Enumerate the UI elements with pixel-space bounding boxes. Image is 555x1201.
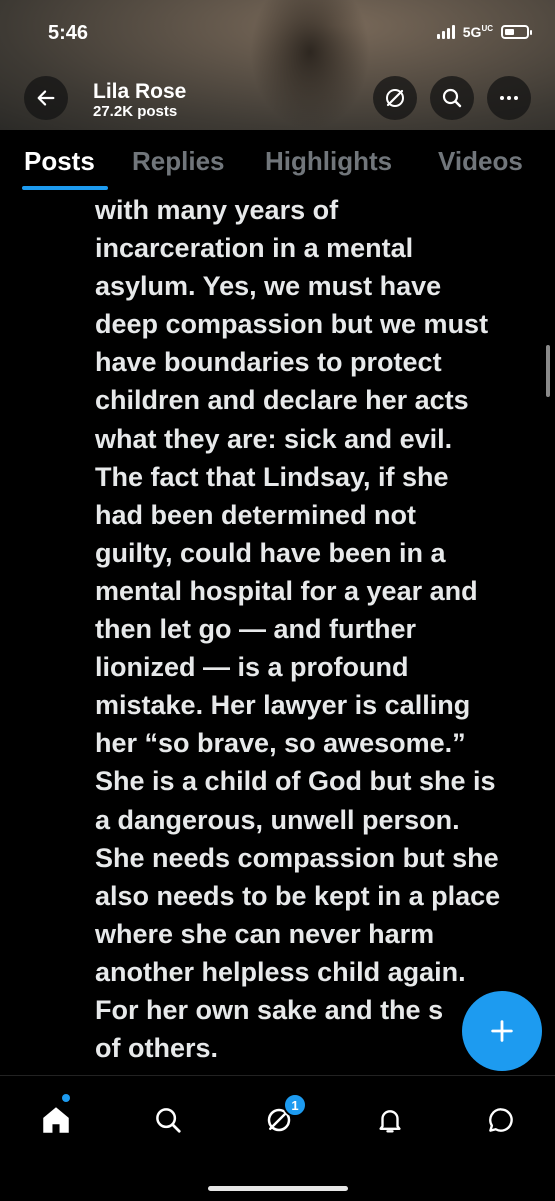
post-text: with many years of incarceration in a me… xyxy=(95,195,501,1064)
home-indicator xyxy=(208,1186,348,1191)
plus-icon xyxy=(491,1020,513,1042)
back-button[interactable] xyxy=(24,76,68,120)
search-button[interactable] xyxy=(430,76,474,120)
status-time: 5:46 xyxy=(48,22,89,44)
tab-replies[interactable]: Replies xyxy=(132,146,225,177)
battery-icon xyxy=(501,25,532,39)
compose-post-button[interactable] xyxy=(462,991,542,1071)
profile-tabs: Posts Replies Highlights Videos xyxy=(0,130,555,192)
nav-home[interactable] xyxy=(36,1100,76,1140)
tab-posts[interactable]: Posts xyxy=(24,146,95,177)
more-button[interactable] xyxy=(487,76,531,120)
tab-highlights[interactable]: Highlights xyxy=(265,146,392,177)
nav-search[interactable] xyxy=(148,1100,188,1140)
grok-button[interactable] xyxy=(373,76,417,120)
posts-count: 27.2K posts xyxy=(93,103,178,120)
home-icon xyxy=(43,1107,69,1133)
notifications-icon xyxy=(379,1110,401,1133)
status-icons: 5GUC xyxy=(436,24,532,40)
grok-badge: 1 xyxy=(283,1093,307,1117)
nav-messages[interactable] xyxy=(481,1100,521,1140)
messages-icon xyxy=(489,1108,513,1132)
grok-icon xyxy=(386,89,404,107)
nav-notifications[interactable] xyxy=(370,1100,410,1140)
home-unread-dot xyxy=(62,1094,70,1102)
back-arrow-icon xyxy=(37,90,55,106)
search-icon xyxy=(442,88,462,108)
signal-icon xyxy=(436,25,455,39)
profile-name: Lila Rose xyxy=(93,80,187,103)
profile-banner xyxy=(0,0,555,130)
tab-videos[interactable]: Videos xyxy=(438,146,523,177)
search-icon xyxy=(156,1108,181,1133)
active-tab-indicator xyxy=(22,186,108,190)
bottom-navigation xyxy=(0,1075,555,1201)
more-icon xyxy=(500,96,518,100)
scrollbar[interactable] xyxy=(546,345,550,397)
network-label: 5GUC xyxy=(462,24,493,40)
